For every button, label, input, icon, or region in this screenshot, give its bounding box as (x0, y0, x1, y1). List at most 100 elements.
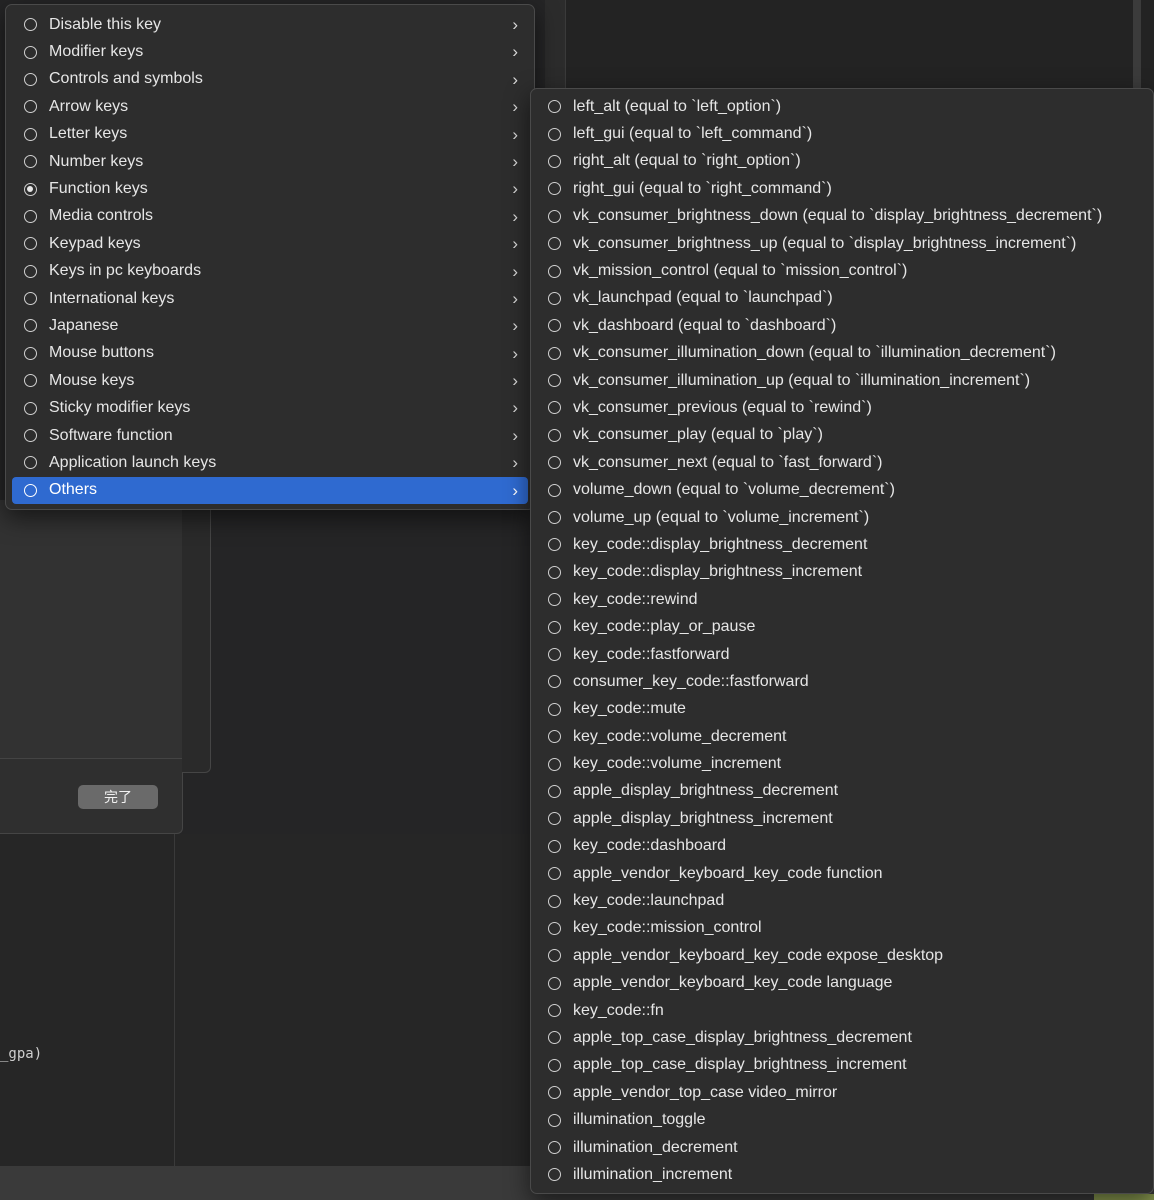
radio-icon (548, 1168, 561, 1182)
submenu-item-label: vk_consumer_illumination_down (equal to … (573, 344, 1056, 362)
menu-item-keys-in-pc-keyboards[interactable]: Keys in pc keyboards › (12, 258, 528, 285)
radio-icon (24, 401, 37, 415)
menu-item-function-keys[interactable]: Function keys › (12, 175, 528, 202)
submenu-item-label: key_code::play_or_pause (573, 618, 756, 636)
menu-item-others[interactable]: Others › (12, 476, 528, 505)
submenu-item[interactable]: vk_consumer_play (equal to `play`) (531, 422, 1153, 449)
submenu-item[interactable]: key_code::dashboard (531, 833, 1153, 860)
radio-icon (548, 1141, 561, 1155)
radio-icon (548, 237, 561, 251)
radio-icon (24, 264, 37, 278)
submenu-item-label: vk_consumer_illumination_up (equal to `i… (573, 371, 1031, 389)
submenu-item[interactable]: right_alt (equal to `right_option`) (531, 148, 1153, 175)
menu-item-label: Controls and symbols (49, 70, 203, 88)
radio-icon (24, 237, 37, 251)
menu-item-number-keys[interactable]: Number keys › (12, 148, 528, 175)
menu-item-sticky-modifier-keys[interactable]: Sticky modifier keys › (12, 394, 528, 421)
submenu-item[interactable]: vk_consumer_illumination_up (equal to `i… (531, 367, 1153, 394)
submenu-item[interactable]: key_code::display_brightness_increment (531, 559, 1153, 586)
others-submenu: left_alt (equal to `left_option`) left_gu… (530, 88, 1154, 1194)
radio-icon (548, 867, 561, 881)
submenu-item[interactable]: vk_consumer_illumination_down (equal to … (531, 340, 1153, 367)
submenu-item[interactable]: vk_mission_control (equal to `mission_co… (531, 257, 1153, 284)
submenu-item[interactable]: apple_vendor_keyboard_key_code expose_de… (531, 942, 1153, 969)
submenu-item[interactable]: left_alt (equal to `left_option`) (531, 93, 1153, 120)
submenu-item[interactable]: vk_launchpad (equal to `launchpad`) (531, 285, 1153, 312)
submenu-item-label: key_code::mission_control (573, 919, 762, 937)
submenu-item[interactable]: volume_down (equal to `volume_decrement`… (531, 476, 1153, 503)
bottom-accent (1094, 1194, 1154, 1200)
radio-icon (24, 155, 37, 169)
submenu-item[interactable]: key_code::volume_increment (531, 750, 1153, 777)
menu-item-japanese[interactable]: Japanese › (12, 312, 528, 339)
submenu-item[interactable]: key_code::fn (531, 997, 1153, 1024)
submenu-item[interactable]: vk_consumer_next (equal to `fast_forward… (531, 449, 1153, 476)
submenu-item-label: key_code::dashboard (573, 837, 726, 855)
background-scrollbar[interactable] (1133, 0, 1141, 90)
chevron-right-icon: › (512, 288, 518, 308)
menu-item-disable-this-key[interactable]: Disable this key › (12, 11, 528, 38)
background-dialog (0, 500, 183, 834)
radio-icon (548, 511, 561, 525)
radio-checked-icon (24, 182, 37, 196)
submenu-item[interactable]: consumer_key_code::fastforward (531, 668, 1153, 695)
menu-item-mouse-buttons[interactable]: Mouse buttons › (12, 340, 528, 367)
submenu-item[interactable]: vk_consumer_previous (equal to `rewind`) (531, 394, 1153, 421)
radio-icon (24, 209, 37, 223)
submenu-item[interactable]: key_code::play_or_pause (531, 613, 1153, 640)
submenu-item[interactable]: right_gui (equal to `right_command`) (531, 175, 1153, 202)
menu-item-controls-and-symbols[interactable]: Controls and symbols › (12, 66, 528, 93)
submenu-item[interactable]: key_code::volume_decrement (531, 723, 1153, 750)
submenu-item[interactable]: vk_dashboard (equal to `dashboard`) (531, 312, 1153, 339)
submenu-item-label: apple_vendor_keyboard_key_code language (573, 974, 893, 992)
submenu-item[interactable]: vk_consumer_brightness_up (equal to `dis… (531, 230, 1153, 257)
menu-item-label: Mouse buttons (49, 344, 154, 362)
submenu-item[interactable]: apple_top_case_display_brightness_decrem… (531, 1024, 1153, 1051)
submenu-item-label: apple_top_case_display_brightness_decrem… (573, 1028, 912, 1046)
submenu-item[interactable]: key_code::mission_control (531, 915, 1153, 942)
radio-icon (548, 1113, 561, 1127)
submenu-item[interactable]: apple_display_brightness_increment (531, 805, 1153, 832)
submenu-item[interactable]: apple_top_case_display_brightness_increm… (531, 1052, 1153, 1079)
menu-item-media-controls[interactable]: Media controls › (12, 203, 528, 230)
submenu-item[interactable]: apple_vendor_keyboard_key_code function (531, 860, 1153, 887)
submenu-item[interactable]: left_gui (equal to `left_command`) (531, 120, 1153, 147)
chevron-right-icon: › (512, 151, 518, 171)
submenu-item[interactable]: key_code::display_brightness_decrement (531, 531, 1153, 558)
submenu-item[interactable]: apple_vendor_keyboard_key_code language (531, 970, 1153, 997)
chevron-right-icon: › (512, 261, 518, 281)
submenu-item-label: vk_consumer_next (equal to `fast_forward… (573, 453, 883, 471)
submenu-item[interactable]: apple_vendor_top_case video_mirror (531, 1079, 1153, 1106)
submenu-item-label: key_code::fn (573, 1001, 664, 1019)
menu-item-mouse-keys[interactable]: Mouse keys › (12, 367, 528, 394)
submenu-item[interactable]: key_code::launchpad (531, 887, 1153, 914)
menu-item-keypad-keys[interactable]: Keypad keys › (12, 230, 528, 257)
menu-item-label: Keys in pc keyboards (49, 262, 202, 280)
submenu-item[interactable]: key_code::fastforward (531, 641, 1153, 668)
submenu-item[interactable]: illumination_toggle (531, 1106, 1153, 1133)
submenu-item-label: illumination_decrement (573, 1138, 738, 1156)
menu-item-international-keys[interactable]: International keys › (12, 285, 528, 312)
submenu-item[interactable]: key_code::rewind (531, 586, 1153, 613)
submenu-item[interactable]: vk_consumer_brightness_down (equal to `d… (531, 203, 1153, 230)
submenu-item[interactable]: key_code::mute (531, 696, 1153, 723)
submenu-item[interactable]: illumination_decrement (531, 1134, 1153, 1161)
submenu-item[interactable]: illumination_increment (531, 1161, 1153, 1188)
submenu-item[interactable]: apple_display_brightness_decrement (531, 778, 1153, 805)
screen: 完了 _gpa) Disable this key › Modifier keys ›… (0, 0, 1154, 1200)
menu-item-application-launch-keys[interactable]: Application launch keys › (12, 449, 528, 476)
chevron-right-icon: › (512, 343, 518, 363)
radio-icon (548, 209, 561, 223)
menu-item-label: Japanese (49, 316, 119, 334)
submenu-item[interactable]: volume_up (equal to `volume_increment`) (531, 504, 1153, 531)
radio-icon (548, 730, 561, 744)
submenu-item-label: key_code::volume_decrement (573, 727, 787, 745)
menu-item-modifier-keys[interactable]: Modifier keys › (12, 38, 528, 65)
chevron-right-icon: › (512, 425, 518, 445)
menu-item-arrow-keys[interactable]: Arrow keys › (12, 93, 528, 120)
submenu-item-label: vk_consumer_play (equal to `play`) (573, 426, 823, 444)
menu-item-letter-keys[interactable]: Letter keys › (12, 121, 528, 148)
radio-icon (548, 784, 561, 798)
menu-item-software-function[interactable]: Software function › (12, 422, 528, 449)
done-button[interactable]: 完了 (78, 785, 158, 809)
